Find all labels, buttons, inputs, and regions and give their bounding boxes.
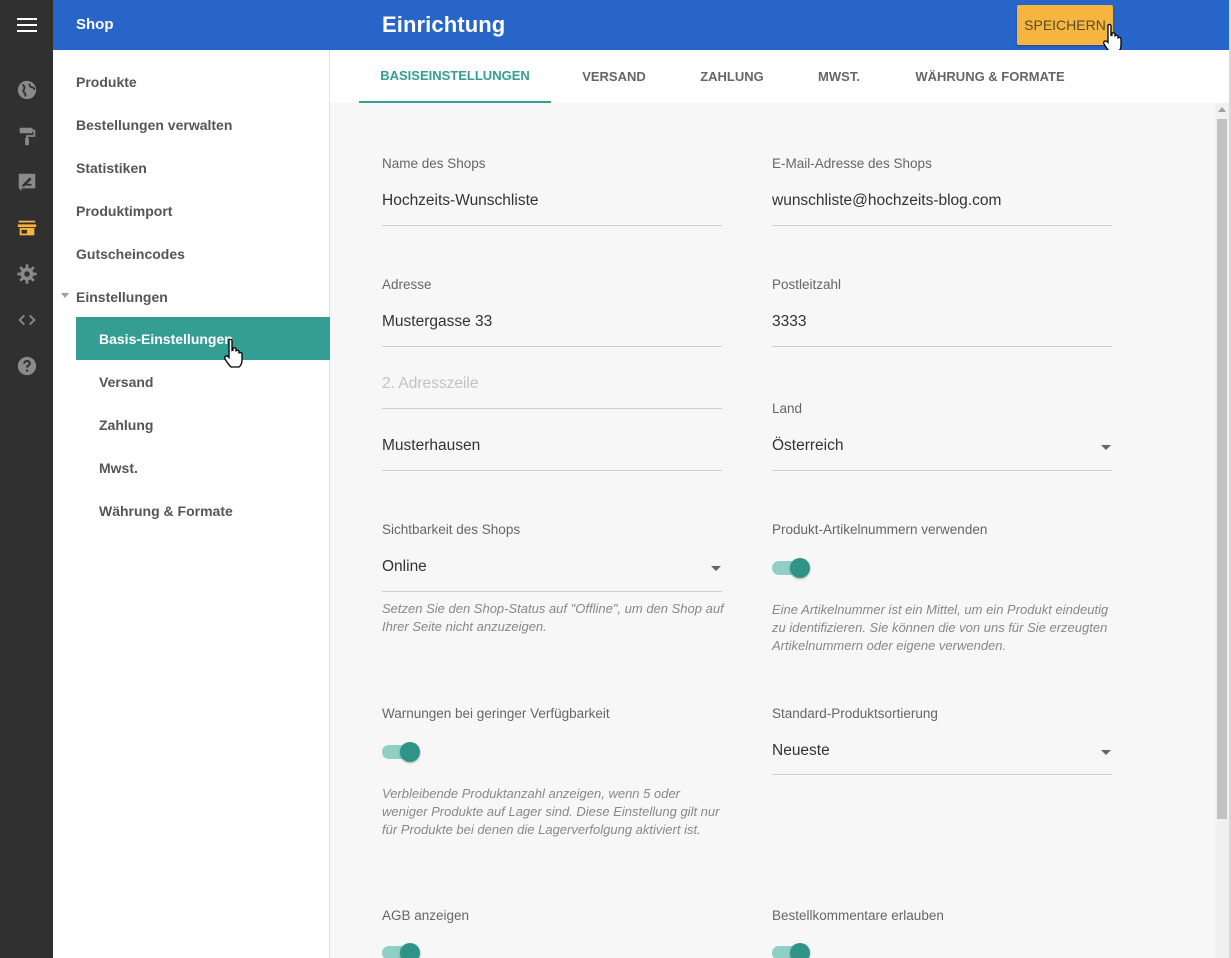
caret-down-icon[interactable] [61, 293, 69, 298]
header-bar: Shop Einrichtung SPEICHERN [53, 0, 1229, 53]
store-icon[interactable] [0, 213, 53, 243]
input-underline [772, 346, 1112, 347]
input-underline [382, 408, 722, 409]
input-underline [772, 470, 1112, 471]
sidebar-item-label: Mwst. [99, 459, 138, 476]
shop-name-label: Name des Shops [382, 156, 486, 171]
sorting-select[interactable]: Neueste [772, 742, 830, 760]
save-button[interactable]: SPEICHERN [1017, 5, 1113, 45]
order-comments-label: Bestellkommentare erlauben [772, 908, 944, 923]
tab-bar: BASISEINSTELLUNGEN VERSAND ZAHLUNG MWST.… [330, 50, 1229, 103]
input-underline [772, 225, 1112, 226]
scrollbar-thumb[interactable] [1217, 119, 1227, 819]
address-label: Adresse [382, 277, 432, 292]
terms-toggle[interactable] [382, 943, 420, 958]
shop-email-label: E-Mail-Adresse des Shops [772, 156, 932, 171]
tab-zahlung[interactable]: ZAHLUNG [680, 50, 784, 103]
sidebar-item-gutscheincodes[interactable]: Gutscheincodes [76, 246, 185, 262]
input-underline [382, 591, 722, 592]
page-title: Einrichtung [382, 12, 506, 37]
gear-icon[interactable] [0, 259, 53, 289]
input-underline [382, 470, 722, 471]
sidebar-item-basis-einstellungen[interactable]: Basis-Einstellungen [76, 317, 330, 360]
visibility-label: Sichtbarkeit des Shops [382, 522, 521, 537]
toggle-knob [400, 943, 420, 958]
low-stock-hint: Verbleibende Produktanzahl anzeigen, wen… [382, 786, 720, 837]
shop-email-input[interactable]: wunschliste@hochzeits-blog.com [772, 192, 1001, 210]
sidebar-item-waehrung[interactable]: Währung & Formate [76, 489, 330, 532]
tab-waehrung[interactable]: WÄHRUNG & FORMATE [900, 50, 1080, 103]
toggle-knob [790, 943, 810, 958]
order-comments-toggle[interactable] [772, 943, 810, 958]
sidebar-item-label: Basis-Einstellungen [99, 330, 233, 347]
city-input[interactable]: Musterhausen [382, 437, 480, 455]
icon-rail [0, 0, 53, 958]
sidebar: Produkte Bestellungen verwalten Statisti… [53, 50, 330, 958]
sidebar-item-mwst[interactable]: Mwst. [76, 446, 330, 489]
visibility-select[interactable]: Online [382, 558, 427, 576]
address-input[interactable]: Mustergasse 33 [382, 313, 492, 331]
input-underline [382, 346, 722, 347]
sidebar-item-label: Zahlung [99, 416, 154, 433]
sku-hint: Eine Artikelnummer ist ein Mittel, um ei… [772, 602, 1109, 653]
sidebar-item-statistiken[interactable]: Statistiken [76, 160, 147, 176]
dropdown-arrow-icon[interactable] [1101, 445, 1111, 450]
terms-label: AGB anzeigen [382, 908, 470, 923]
dropdown-arrow-icon[interactable] [1101, 750, 1111, 755]
dropdown-arrow-icon[interactable] [711, 566, 721, 571]
postal-code-input[interactable]: 3333 [772, 313, 806, 331]
help-icon[interactable] [0, 351, 53, 381]
sku-label: Produkt-Artikelnummern verwenden [772, 522, 988, 537]
main-content: BASISEINSTELLUNGEN VERSAND ZAHLUNG MWST.… [330, 50, 1229, 958]
sku-toggle[interactable] [772, 558, 810, 578]
input-underline [382, 225, 722, 226]
tab-mwst[interactable]: MWST. [802, 50, 876, 103]
sidebar-item-label: Versand [99, 373, 154, 390]
input-underline [772, 774, 1112, 775]
low-stock-label: Warnungen bei geringer Verfügbarkeit [382, 706, 610, 721]
tab-basiseinstellungen[interactable]: BASISEINSTELLUNGEN [359, 50, 551, 103]
tab-versand[interactable]: VERSAND [564, 50, 664, 103]
paint-roller-icon[interactable] [0, 121, 53, 151]
shop-name-input[interactable]: Hochzeits-Wunschliste [382, 192, 539, 210]
code-icon[interactable] [0, 305, 53, 335]
postal-code-label: Postleitzahl [772, 277, 842, 292]
sidebar-item-produktimport[interactable]: Produktimport [76, 203, 172, 219]
globe-icon[interactable] [0, 75, 53, 105]
sidebar-item-bestellungen[interactable]: Bestellungen verwalten [76, 117, 232, 133]
sidebar-group-einstellungen[interactable]: Einstellungen [76, 289, 168, 305]
sidebar-item-label: Währung & Formate [99, 502, 233, 519]
app-name: Shop [76, 16, 114, 33]
sidebar-item-zahlung[interactable]: Zahlung [76, 403, 330, 446]
toggle-knob [790, 558, 810, 578]
toggle-knob [400, 742, 420, 762]
visibility-hint: Setzen Sie den Shop-Status auf "Offline"… [382, 601, 724, 634]
scroll-up-icon[interactable] [1218, 107, 1226, 112]
scrollbar[interactable] [1215, 103, 1229, 958]
sidebar-item-versand[interactable]: Versand [76, 360, 330, 403]
menu-icon[interactable] [0, 0, 53, 50]
address-line2-input[interactable]: 2. Adresszeile [382, 375, 479, 393]
country-select[interactable]: Österreich [772, 437, 844, 455]
edit-post-icon[interactable] [0, 167, 53, 197]
sidebar-item-produkte[interactable]: Produkte [76, 74, 137, 90]
low-stock-toggle[interactable] [382, 742, 420, 762]
country-label: Land [772, 401, 803, 416]
sorting-label: Standard-Produktsortierung [772, 706, 938, 721]
